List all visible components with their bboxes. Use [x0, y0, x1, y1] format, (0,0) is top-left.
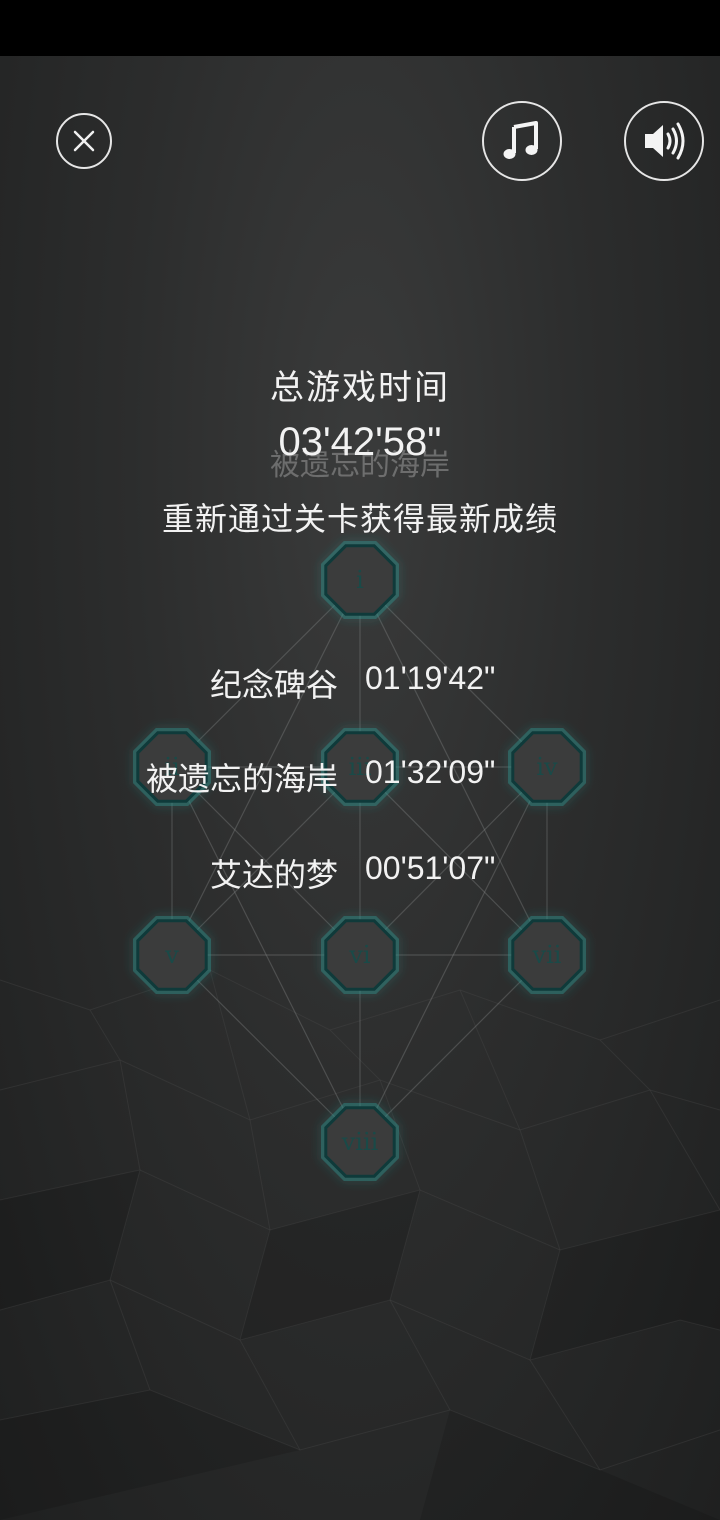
level-link	[359, 954, 548, 1143]
level-node-label: viii	[341, 1128, 379, 1156]
level-node-label: i	[356, 566, 364, 594]
record-time: 00'51'07"	[365, 850, 496, 886]
total-time-label: 总游戏时间	[270, 368, 450, 408]
game-screen: i ii iii iv v vi vii viii 被遗忘的海岸 总游戏时间 03'42'58…	[0, 0, 720, 1520]
total-time-value: 03'42'58"	[278, 420, 442, 464]
record-level-name: 纪念碑谷	[209, 666, 338, 704]
record-level-name: 艾达的梦	[209, 856, 338, 894]
record-row: 被遗忘的海岸 01'32'09"	[0, 754, 720, 798]
level-node-label: v	[164, 941, 179, 969]
record-time: 01'19'42"	[365, 660, 496, 696]
replay-hint: 重新通过关卡获得最新成绩	[161, 500, 558, 538]
record-level-name: 被遗忘的海岸	[145, 760, 338, 798]
record-row: 艾达的梦 00'51'07"	[0, 850, 720, 894]
record-time: 01'32'09"	[365, 754, 496, 790]
level-link	[171, 954, 361, 1143]
level-node-vii[interactable]: vii	[508, 916, 586, 994]
level-node-v[interactable]: v	[133, 916, 211, 994]
level-node-i[interactable]: i	[321, 541, 399, 619]
level-node-label: vi	[348, 941, 371, 969]
level-node-label: vii	[532, 941, 562, 969]
level-node-viii[interactable]: viii	[321, 1103, 399, 1181]
record-row: 纪念碑谷 01'19'42"	[0, 660, 720, 704]
level-node-vi[interactable]: vi	[321, 916, 399, 994]
